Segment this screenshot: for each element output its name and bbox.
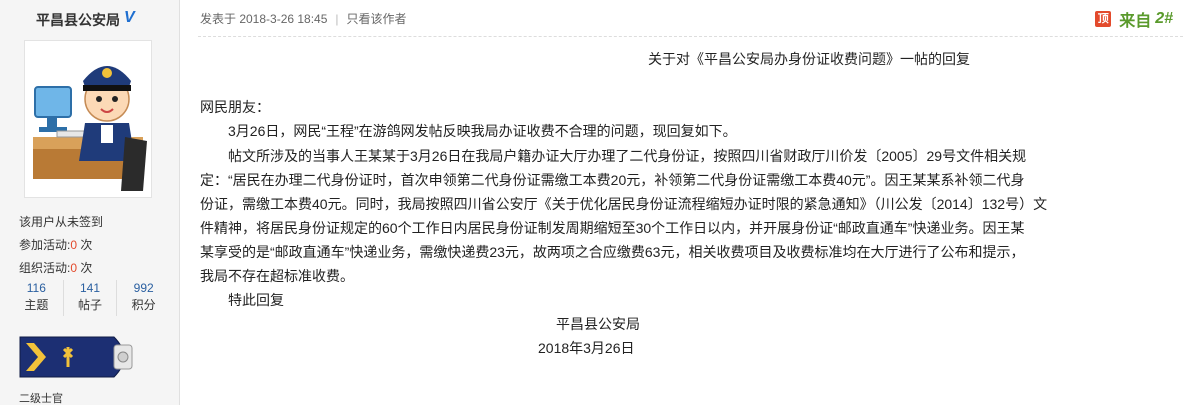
post-time: 发表于 2018-3-26 18:45 — [200, 12, 328, 26]
post-line: 帖文所涉及的当事人王某某于3月26日在我局户籍办证大厅办理了二代身份证，按照四川… — [200, 148, 1027, 164]
author-name[interactable]: 平昌县公安局 — [36, 10, 120, 30]
floor-indicator: 顶 来自 2# — [1095, 7, 1173, 31]
header-divider — [198, 36, 1183, 37]
post-line: 份证，需缴工本费40元。同时，我局按照四川省公安厅《关于优化居民身份证流程缩短办… — [200, 196, 1048, 212]
post-meta: 发表于 2018-3-26 18:45 | 只看该作者 — [200, 10, 407, 27]
activity-organized: 组织活动:0 次 — [19, 261, 93, 275]
post-line: 3月26日，网民“王程”在游鸽网发帖反映我局办证收费不合理的问题，现回复如下。 — [200, 123, 737, 139]
post-line: 件精神，将居民身份证规定的60个工作日内居民身份证制发周期缩短至30个工作日以内… — [200, 220, 1025, 236]
meta-divider: | — [335, 12, 339, 26]
post-line: 网民朋友： — [200, 99, 270, 115]
floor-number[interactable]: 2# — [1155, 10, 1173, 28]
post-line: 某享受的是“邮政直通车”快递业务，需缴快递费23元，故两项之合应缴费63元，相关… — [200, 244, 1025, 260]
post-line: 我局不存在超标准收费。 — [200, 268, 354, 284]
activity-joined: 参加活动:0 次 — [19, 238, 93, 252]
post-date: 2018年3月26日 — [538, 340, 635, 356]
verified-icon: V — [124, 9, 135, 26]
stat-points[interactable]: 992 积分 — [117, 280, 170, 316]
post-line: 特此回复 — [200, 292, 284, 308]
rank-name: 二级士官 — [19, 393, 63, 405]
top-icon[interactable]: 顶 — [1095, 11, 1112, 27]
author-only-link[interactable]: 只看该作者 — [347, 12, 407, 26]
author-stats: 116 主题 141 帖子 992 积分 — [10, 280, 170, 316]
floor-source: 来自 — [1119, 13, 1152, 30]
author-sidebar: 平昌县公安局 V 该用户从未签到 参加活动:0 次 组织活动:0 次 116 主… — [0, 0, 180, 405]
stat-threads[interactable]: 116 主题 — [10, 280, 64, 316]
post-line: 定：“居民在办理二代身份证时，首次申领第二代身份证需缴工本费20元，补领第二代身… — [200, 172, 1025, 188]
signature: 平昌县公安局 — [556, 316, 640, 332]
sign-status: 该用户从未签到 — [19, 215, 104, 229]
reply-title: 关于对《平昌公安局办身份证收费问题》一帖的回复 — [648, 51, 970, 67]
avatar[interactable] — [24, 40, 152, 198]
stat-posts[interactable]: 141 帖子 — [64, 280, 118, 316]
rank-insignia-icon — [19, 336, 133, 378]
